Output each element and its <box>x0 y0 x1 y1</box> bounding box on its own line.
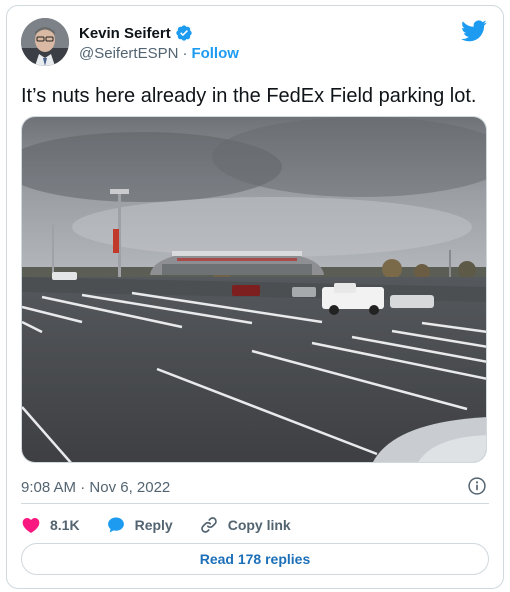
link-icon <box>200 517 217 533</box>
parking-lot-photo <box>22 117 486 462</box>
speech-bubble-icon <box>107 517 124 533</box>
like-count: 8.1K <box>50 517 80 533</box>
tweet-actions: 8.1K Reply Copy link <box>21 513 489 537</box>
reply-button[interactable]: Reply <box>106 515 173 535</box>
avatar[interactable] <box>21 18 69 66</box>
divider <box>21 503 489 504</box>
author-display-name[interactable]: Kevin Seifert <box>79 25 171 42</box>
tweet-embed-card: Kevin Seifert @SeifertESPN · Follow It’s… <box>6 5 504 589</box>
tweet-text: It’s nuts here already in the FedEx Fiel… <box>21 85 477 107</box>
tweet-photo[interactable] <box>21 116 487 463</box>
verified-badge-icon <box>176 25 192 41</box>
twitter-bird-icon[interactable] <box>461 20 487 42</box>
handle-separator: · <box>182 45 188 62</box>
copy-link-button[interactable]: Copy link <box>199 515 291 535</box>
heart-icon <box>22 518 40 533</box>
like-button[interactable]: 8.1K <box>21 515 80 535</box>
author-names: Kevin Seifert @SeifertESPN · Follow <box>79 24 239 63</box>
info-icon[interactable] <box>467 476 487 496</box>
copy-link-label: Copy link <box>227 517 291 533</box>
tweet-time: 9:08 AM <box>21 478 77 496</box>
read-replies-button[interactable]: Read 178 replies <box>21 543 489 575</box>
tweet-timestamp[interactable]: 9:08 AM · Nov 6, 2022 <box>21 476 489 498</box>
tweet-date: Nov 6, 2022 <box>89 478 171 496</box>
reply-label: Reply <box>134 517 173 533</box>
author-handle[interactable]: @SeifertESPN <box>79 45 178 62</box>
tweet-header: Kevin Seifert @SeifertESPN · Follow <box>21 18 489 68</box>
follow-button[interactable]: Follow <box>191 45 239 62</box>
timestamp-separator: · <box>80 478 86 496</box>
